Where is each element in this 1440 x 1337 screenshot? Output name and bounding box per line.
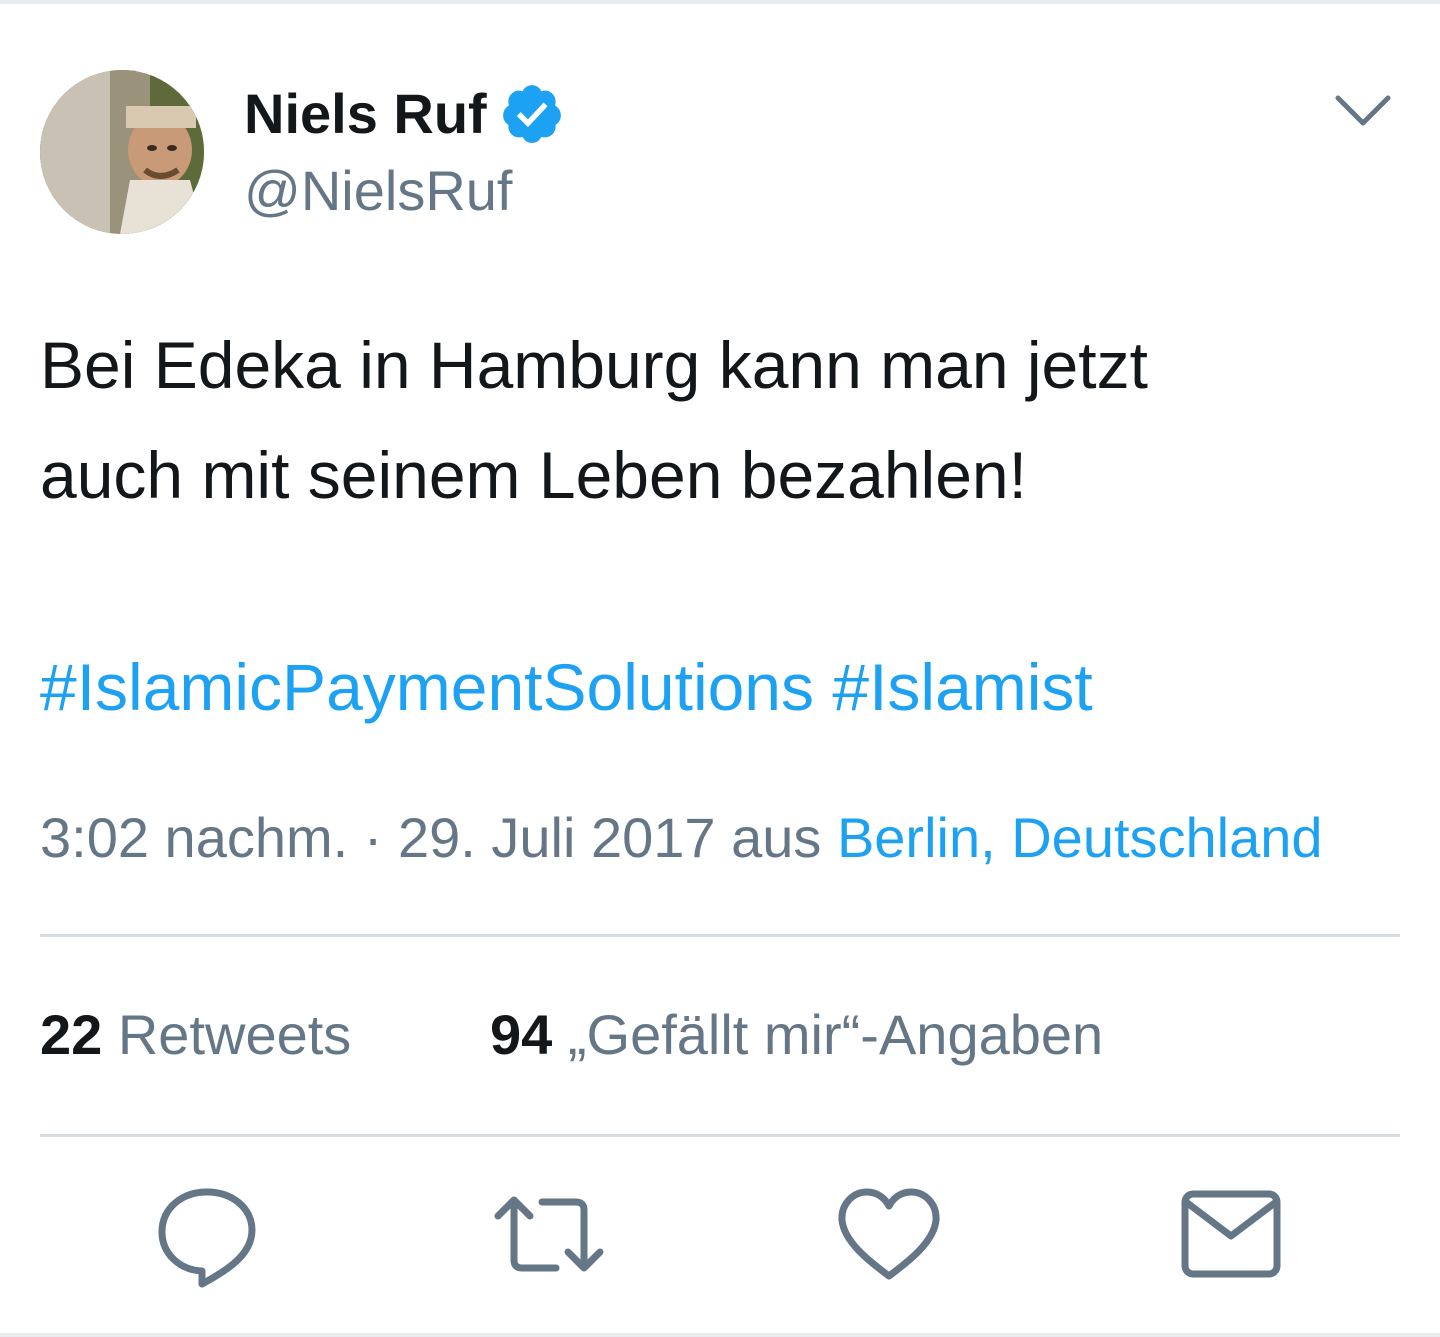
verified-badge-icon — [499, 81, 565, 147]
retweet-button[interactable] — [494, 1180, 604, 1290]
divider — [40, 1134, 1400, 1137]
likes-label: „Gefällt mir“-Angaben — [552, 1003, 1104, 1066]
reply-icon — [158, 1188, 256, 1288]
retweets-label: Retweets — [102, 1003, 352, 1066]
hashtag-link[interactable]: #Islamist — [832, 650, 1092, 724]
like-icon — [838, 1188, 940, 1280]
tweet-meta: 3:02 nachm. · 29. Juli 2017 aus Berlin, … — [40, 800, 1323, 876]
retweet-icon — [494, 1196, 604, 1272]
user-handle[interactable]: @NielsRuf — [244, 158, 512, 224]
reply-button[interactable] — [152, 1180, 262, 1290]
direct-message-button[interactable] — [1176, 1180, 1286, 1290]
tweet-text: Bei Edeka in Hamburg kann man jetzt auch… — [40, 310, 1400, 530]
display-name-text: Niels Ruf — [244, 82, 487, 145]
likes-stat[interactable]: 94 „Gefällt mir“-Angaben — [490, 1000, 1103, 1070]
like-button[interactable] — [834, 1180, 944, 1290]
display-name[interactable]: Niels Ruf — [244, 80, 565, 148]
hashtag-list: #IslamicPaymentSolutions #Islamist — [40, 632, 1093, 742]
avatar[interactable] — [40, 70, 204, 234]
tweet-text-line: auch mit seinem Leben bezahlen! — [40, 438, 1027, 512]
hashtag-link[interactable]: #IslamicPaymentSolutions — [40, 650, 814, 724]
top-divider — [0, 0, 1440, 4]
timestamp[interactable]: 3:02 nachm. · 29. Juli 2017 aus — [40, 806, 837, 869]
location-link[interactable]: Berlin, Deutschland — [837, 806, 1323, 869]
retweets-stat[interactable]: 22 Retweets — [40, 1000, 351, 1070]
direct-message-icon — [1181, 1190, 1281, 1278]
retweets-count: 22 — [40, 1003, 103, 1066]
action-bar — [0, 1180, 1440, 1290]
avatar-photo — [40, 70, 204, 234]
tweet-text-line: Bei Edeka in Hamburg kann man jetzt — [40, 328, 1148, 402]
bottom-divider — [0, 1333, 1440, 1337]
divider — [40, 934, 1400, 937]
chevron-down-icon[interactable] — [1330, 86, 1396, 136]
likes-count: 94 — [490, 1003, 553, 1066]
